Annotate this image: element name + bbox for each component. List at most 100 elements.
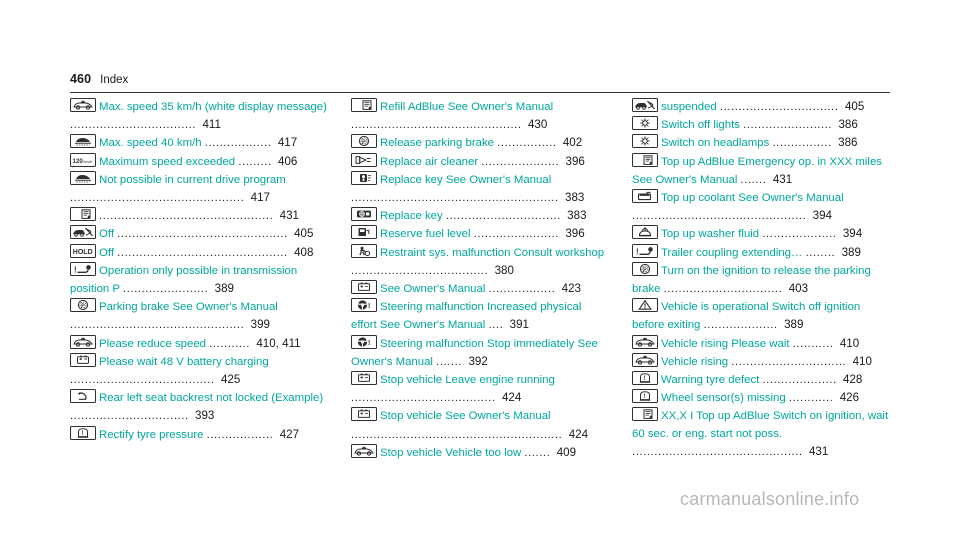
- page-reference[interactable]: 399: [251, 318, 270, 331]
- index-entry[interactable]: See Owner's Manual .................. 42…: [351, 280, 610, 298]
- section-title: Index: [100, 74, 129, 86]
- page-reference[interactable]: 410: [840, 337, 859, 350]
- index-entry[interactable]: ! Warning tyre defect ...................…: [632, 371, 891, 389]
- index-entry[interactable]: P Release parking brake ................ …: [351, 134, 610, 152]
- page-reference[interactable]: 426: [840, 391, 859, 404]
- index-entry[interactable]: Vehicle rising .........................…: [632, 352, 891, 371]
- page-reference[interactable]: 389: [784, 318, 803, 331]
- tyre-pressure-icon: !: [70, 425, 96, 440]
- index-entry[interactable]: ! Operation only possible in transmission…: [70, 261, 329, 298]
- page-reference[interactable]: 425: [221, 373, 240, 386]
- index-entry[interactable]: Max. speed 40 km/h .................. 41…: [70, 134, 329, 152]
- index-entry[interactable]: Reserve fuel level .....................…: [351, 225, 610, 243]
- air-cleaner-icon: [351, 152, 377, 167]
- page-reference[interactable]: 393: [195, 409, 214, 422]
- page-reference[interactable]: 410: [853, 355, 872, 368]
- dot-leader: ...........: [209, 337, 250, 350]
- svg-text:!: !: [368, 303, 370, 310]
- page-reference[interactable]: 431: [773, 173, 792, 186]
- page-reference[interactable]: 392: [468, 355, 487, 368]
- index-entry[interactable]: Top up coolant See Owner's Manual ......…: [632, 189, 891, 225]
- dot-leader: ....: [488, 319, 504, 332]
- page-reference[interactable]: 410, 411: [256, 337, 300, 350]
- index-entry[interactable]: Switch off lights ......................…: [632, 116, 891, 134]
- page-reference[interactable]: 431: [809, 445, 828, 458]
- index-entry[interactable]: suspended ..............................…: [632, 98, 891, 116]
- dot-leader: ....................: [703, 319, 778, 332]
- index-entry[interactable]: Top up AdBlue Emergency op. in XXX miles…: [632, 152, 891, 189]
- index-entry[interactable]: P Parking brake See Owner's Manual ......…: [70, 298, 329, 334]
- svg-text:!: !: [368, 340, 370, 347]
- index-entry[interactable]: XX,X I Top up AdBlue Switch on ignition,…: [632, 407, 891, 461]
- page-reference[interactable]: 389: [842, 246, 861, 259]
- page-reference[interactable]: 396: [565, 227, 584, 240]
- index-entry[interactable]: ! Trailer coupling extending… ........ 38…: [632, 243, 891, 262]
- index-entry[interactable]: Vehicle is operational Switch off igniti…: [632, 298, 891, 334]
- dot-leader: ................: [497, 137, 557, 150]
- page-reference[interactable]: 380: [495, 264, 514, 277]
- dot-leader: ....................: [762, 374, 837, 387]
- index-entry[interactable]: ! Steering malfunction Increased physical…: [351, 298, 610, 334]
- svg-text:!: !: [643, 394, 645, 400]
- page-reference[interactable]: 428: [843, 373, 862, 386]
- page-reference[interactable]: 424: [569, 428, 588, 441]
- page-reference[interactable]: 427: [280, 428, 299, 441]
- index-entry[interactable]: HOLD Off ................................…: [70, 243, 329, 262]
- page-reference[interactable]: 423: [562, 282, 581, 295]
- index-entry[interactable]: Switch on headlamps ................ 386: [632, 134, 891, 152]
- index-entry[interactable]: Stop vehicle See Owner's Manual ........…: [351, 407, 610, 443]
- svg-text:120: 120: [73, 158, 84, 165]
- index-entry[interactable]: P Turn on the ignition to release the par…: [632, 261, 891, 298]
- page-reference[interactable]: 389: [215, 282, 234, 295]
- hold-icon: HOLD: [70, 243, 96, 258]
- index-entry[interactable]: ! Wheel sensor(s) missing ............ 42…: [632, 389, 891, 407]
- page-reference[interactable]: 402: [563, 136, 582, 149]
- index-entry[interactable]: ! Steering malfunction Stop immediately S…: [351, 334, 610, 371]
- index-entry[interactable]: Replace air cleaner ....................…: [351, 152, 610, 171]
- index-entry[interactable]: Replace key ............................…: [351, 207, 610, 225]
- index-entry[interactable]: Vehicle rising Please wait ........... 4…: [632, 334, 891, 353]
- index-entry[interactable]: ........................................…: [70, 207, 329, 225]
- page-reference[interactable]: 394: [843, 227, 862, 240]
- page-reference[interactable]: 431: [280, 209, 299, 222]
- index-entry[interactable]: Please wait 48 V battery charging ......…: [70, 352, 329, 389]
- page-reference[interactable]: 424: [502, 391, 521, 404]
- index-entry[interactable]: Top up washer fluid ....................…: [632, 225, 891, 243]
- page-reference[interactable]: 391: [510, 318, 529, 331]
- page-reference[interactable]: 408: [294, 246, 313, 259]
- page-reference[interactable]: 403: [789, 282, 808, 295]
- page-reference[interactable]: 383: [567, 209, 586, 222]
- index-entry-label: Switch off lights: [661, 119, 740, 132]
- page-reference[interactable]: 411: [202, 118, 220, 131]
- seat-backrest-icon: [70, 389, 96, 404]
- index-entry[interactable]: 120 km/h Maximum speed exceeded ......... …: [70, 152, 329, 171]
- page-reference[interactable]: 405: [845, 100, 864, 113]
- dot-leader: .....................: [481, 155, 560, 168]
- page-reference[interactable]: 386: [838, 118, 857, 131]
- page-reference[interactable]: 430: [528, 118, 547, 131]
- index-entry[interactable]: Restraint sys. malfunction Consult works…: [351, 243, 610, 280]
- page-reference[interactable]: 383: [565, 191, 584, 204]
- index-entry[interactable]: Stop vehicle Leave engine running ......…: [351, 371, 610, 407]
- index-entry[interactable]: Not possible in current drive program ..…: [70, 170, 329, 207]
- page-reference[interactable]: 409: [557, 446, 576, 459]
- index-entry[interactable]: Please reduce speed ........... 410, 411: [70, 334, 329, 353]
- dot-leader: ........................................…: [632, 445, 803, 458]
- index-entry[interactable]: Replace key See Owner's Manual .........…: [351, 170, 610, 207]
- index-entry-label: suspended: [661, 101, 717, 113]
- index-entry[interactable]: Stop vehicle Vehicle too low ....... 409: [351, 443, 610, 462]
- page-reference[interactable]: 386: [838, 136, 857, 149]
- index-entry[interactable]: Max. speed 35 km/h (white display messag…: [70, 98, 329, 134]
- page-reference[interactable]: 417: [251, 191, 270, 204]
- index-entry[interactable]: Rear left seat backrest not locked (Exam…: [70, 389, 329, 425]
- page-reference[interactable]: 396: [566, 155, 585, 168]
- index-entry[interactable]: ! Rectify tyre pressure .................…: [70, 425, 329, 444]
- page-reference[interactable]: 417: [278, 136, 297, 149]
- dot-leader: .......................: [473, 228, 560, 241]
- dot-leader: .........: [238, 155, 272, 168]
- index-entry[interactable]: Off ....................................…: [70, 225, 329, 243]
- page-reference[interactable]: 406: [278, 155, 297, 168]
- page-reference[interactable]: 394: [813, 209, 832, 222]
- index-entry[interactable]: Refill AdBlue See Owner's Manual .......…: [351, 98, 610, 134]
- page-reference[interactable]: 405: [294, 227, 313, 240]
